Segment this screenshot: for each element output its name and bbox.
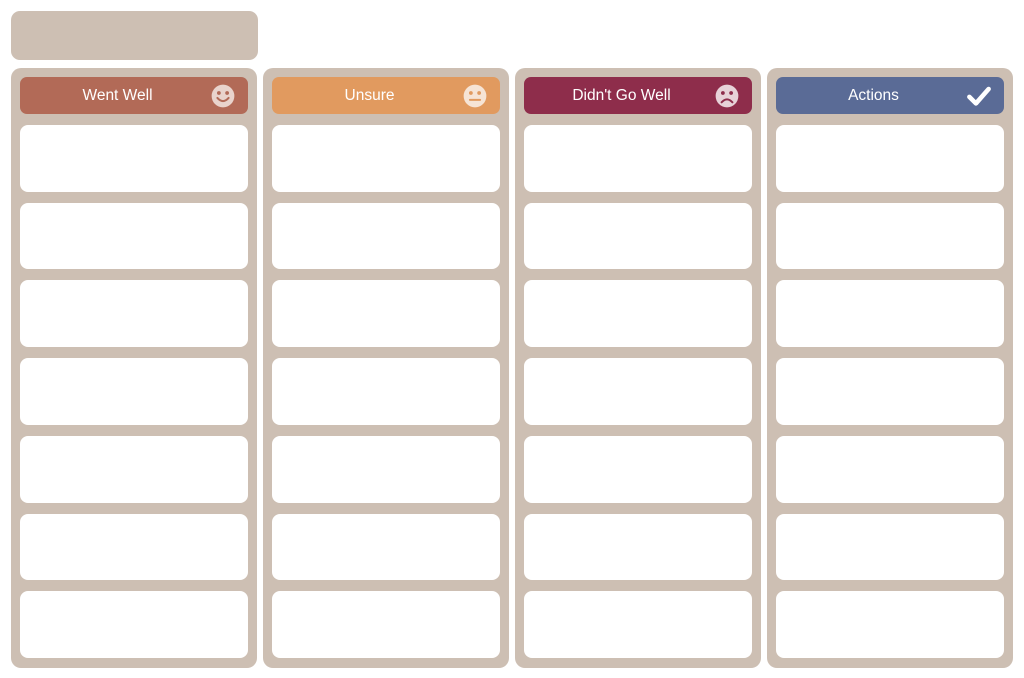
board-title-panel[interactable] [11, 11, 258, 60]
card-list-actions [776, 125, 1004, 659]
card[interactable] [20, 513, 248, 581]
column-header-didnt-go-well[interactable]: Didn't Go Well [524, 77, 752, 114]
card[interactable] [272, 513, 500, 581]
retrospective-board: Went Well Unsure Didn't Go Well Actions [0, 0, 1024, 678]
column-actions: Actions [767, 68, 1013, 668]
card[interactable] [524, 513, 752, 581]
card[interactable] [776, 591, 1004, 659]
card[interactable] [20, 125, 248, 192]
checkmark-icon [965, 82, 993, 110]
card-list-went-well [20, 125, 248, 659]
card[interactable] [272, 202, 500, 270]
column-header-label: Didn't Go Well [572, 86, 671, 104]
neutral-face-icon [461, 82, 489, 110]
card[interactable] [20, 280, 248, 348]
card[interactable] [20, 591, 248, 659]
column-header-went-well[interactable]: Went Well [20, 77, 248, 114]
card[interactable] [272, 435, 500, 503]
smiley-face-icon [209, 82, 237, 110]
card[interactable] [776, 513, 1004, 581]
board-columns: Went Well Unsure Didn't Go Well Actions [11, 68, 1013, 668]
card[interactable] [524, 435, 752, 503]
card-list-didnt-go-well [524, 125, 752, 659]
column-header-label: Unsure [344, 86, 395, 104]
card[interactable] [776, 358, 1004, 425]
card[interactable] [272, 358, 500, 425]
card-list-unsure [272, 125, 500, 659]
card[interactable] [524, 125, 752, 192]
sad-face-icon [713, 82, 741, 110]
card[interactable] [524, 280, 752, 348]
card[interactable] [20, 202, 248, 270]
card[interactable] [524, 591, 752, 659]
card[interactable] [776, 435, 1004, 503]
column-header-label: Actions [848, 86, 899, 104]
card[interactable] [20, 435, 248, 503]
card[interactable] [776, 202, 1004, 270]
column-didnt-go-well: Didn't Go Well [515, 68, 761, 668]
card[interactable] [776, 280, 1004, 348]
card[interactable] [272, 591, 500, 659]
column-header-unsure[interactable]: Unsure [272, 77, 500, 114]
card[interactable] [20, 358, 248, 425]
card[interactable] [272, 280, 500, 348]
column-header-actions[interactable]: Actions [776, 77, 1004, 114]
column-went-well: Went Well [11, 68, 257, 668]
card[interactable] [776, 125, 1004, 192]
card[interactable] [272, 125, 500, 192]
column-unsure: Unsure [263, 68, 509, 668]
column-header-label: Went Well [82, 86, 153, 104]
card[interactable] [524, 358, 752, 425]
card[interactable] [524, 202, 752, 270]
